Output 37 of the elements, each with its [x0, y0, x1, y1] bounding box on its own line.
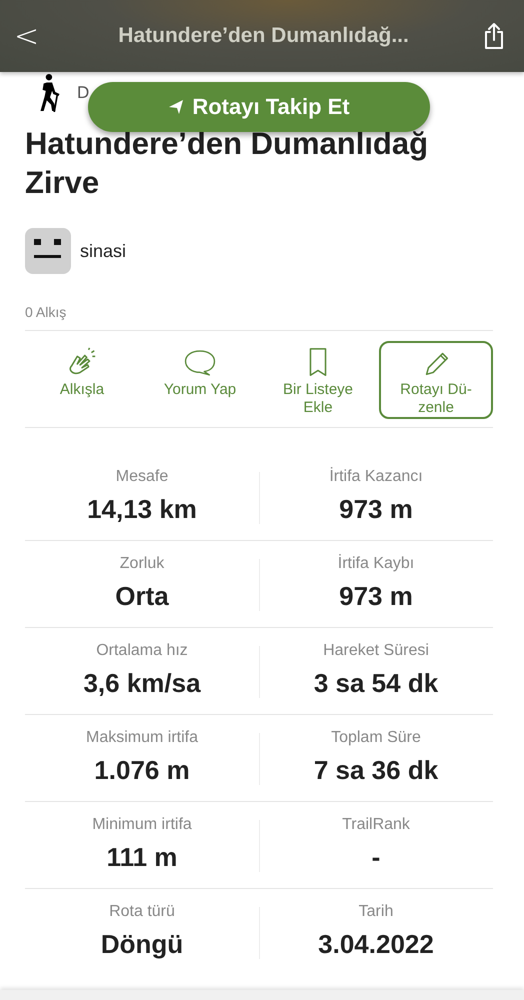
stat-value: - — [372, 842, 380, 873]
stat-value: 973 m — [339, 581, 413, 612]
stat-value: Döngü — [100, 929, 184, 960]
action-button[interactable]: Rotayı Dü-zenle — [379, 341, 493, 419]
action-button[interactable]: Alkışla — [25, 341, 139, 419]
stat-label: Rota türü — [109, 903, 175, 921]
stat-label: Hareket Süresi — [323, 642, 429, 660]
stat-value: 111 m — [106, 842, 178, 873]
stat-label: Ortalama hız — [96, 642, 188, 660]
stat-label: Toplam Süre — [331, 729, 421, 747]
stat-value: Orta — [115, 581, 169, 612]
stat-label: Mesafe — [116, 468, 168, 486]
back-button[interactable]: < — [8, 18, 46, 54]
stat-label: Maksimum irtifa — [86, 729, 198, 747]
author-name[interactable]: sinasi — [80, 240, 126, 262]
stat-value: 14,13 km — [87, 494, 197, 525]
action-button[interactable]: Yorum Yap — [143, 341, 257, 419]
stat-label: TrailRank — [342, 816, 410, 834]
stat-value: 1.076 m — [94, 755, 190, 786]
navigation-arrow-icon — [168, 99, 184, 115]
stat-value: 3.04.2022 — [318, 929, 434, 960]
action-button[interactable]: Bir Listeye Ekle — [261, 341, 375, 419]
stat-value: 3 sa 54 dk — [314, 668, 438, 699]
clap-count: 0 Alkış — [25, 304, 493, 331]
stat-value: 7 sa 36 dk — [314, 755, 438, 786]
share-icon[interactable] — [482, 21, 506, 51]
stat-label: İrtifa Kazancı — [329, 468, 423, 486]
stat-label: Zorluk — [120, 555, 164, 573]
stat-value: 3,6 km/sa — [83, 668, 201, 699]
stat-label: Tarih — [358, 903, 394, 921]
stat-label: İrtifa Kaybı — [338, 555, 414, 573]
stat-label: Minimum irtifa — [92, 816, 192, 834]
stat-value: 973 m — [339, 494, 413, 525]
header-title: Hatundere’den Dumanlıdağ... — [117, 24, 410, 48]
activity-label: D — [77, 83, 90, 103]
avatar-icon — [25, 228, 71, 274]
follow-route-button[interactable]: Rotayı Takip Et — [88, 82, 430, 132]
